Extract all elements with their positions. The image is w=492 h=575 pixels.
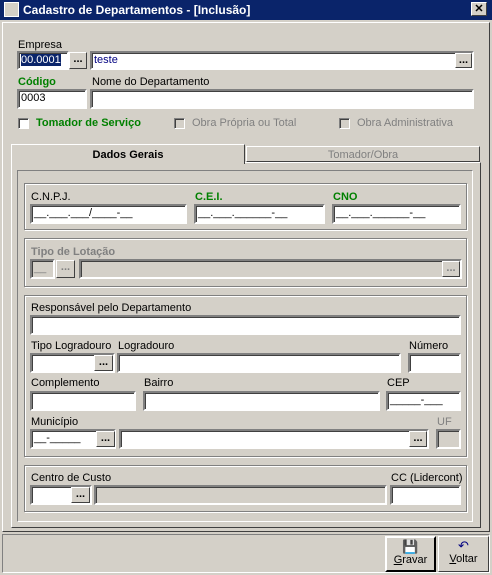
numero-label: Número: [409, 340, 449, 352]
tab-tomador-obra[interactable]: Tomador/Obra: [246, 146, 480, 162]
bairro-field[interactable]: [143, 391, 380, 411]
voltar-label: oltar: [456, 553, 478, 565]
centro-custo-desc-field[interactable]: [94, 485, 387, 505]
title-bar: Cadastro de Departamentos - [Inclusão] ✕: [0, 0, 492, 20]
tomador-label: Tomador de Serviço: [36, 117, 141, 129]
responsavel-label: Responsável pelo Departamento: [31, 302, 192, 314]
municipio-name-field[interactable]: [119, 429, 429, 449]
obra-admin-checkbox[interactable]: [339, 118, 350, 129]
tipo-logradouro-label: Tipo Logradouro: [31, 340, 112, 352]
municipio-name-lookup-button[interactable]: ...: [409, 431, 427, 447]
responsavel-field[interactable]: [30, 315, 461, 335]
complemento-label: Complemento: [31, 377, 100, 389]
voltar-button[interactable]: ↶ Voltar: [438, 536, 489, 572]
cno-label: CNO: [333, 191, 358, 203]
nome-departamento-field[interactable]: [90, 89, 474, 109]
centro-custo-lookup-button[interactable]: ...: [71, 487, 90, 503]
codigo-label: Código: [18, 76, 56, 88]
municipio-label: Município: [31, 416, 79, 428]
close-button[interactable]: ✕: [471, 2, 487, 16]
empresa-label: Empresa: [18, 39, 63, 51]
tipo-logradouro-lookup-button[interactable]: ...: [94, 355, 113, 371]
numero-field[interactable]: [408, 353, 461, 373]
obra-admin-label: Obra Administrativa: [357, 117, 453, 129]
tomador-checkbox[interactable]: [18, 118, 29, 129]
cc-lidercont-field[interactable]: [390, 485, 461, 505]
cep-label: CEP: [387, 377, 410, 389]
uf-label: UF: [437, 416, 452, 428]
logradouro-label: Logradouro: [118, 340, 175, 352]
gravar-button[interactable]: 💾 Gravar: [385, 536, 436, 572]
cei-label: C.E.I.: [195, 191, 223, 203]
cnpj-label: C.N.P.J.: [31, 191, 71, 203]
cc-lidercont-label: CC (Lidercont): [391, 472, 463, 484]
gravar-label: ravar: [402, 554, 428, 566]
bairro-label: Bairro: [144, 377, 174, 389]
municipio-lookup-button[interactable]: ...: [96, 431, 115, 447]
cno-field[interactable]: __.___.______-__: [332, 204, 461, 224]
cep-field[interactable]: _____-___: [386, 391, 461, 411]
empresa-name-field[interactable]: teste: [90, 51, 474, 70]
empresa-lookup-button[interactable]: ...: [69, 52, 87, 69]
tab-tomador-obra-label: Tomador/Obra: [327, 149, 399, 161]
nome-departamento-label: Nome do Departamento: [92, 76, 210, 88]
window-title: Cadastro de Departamentos - [Inclusão]: [23, 3, 251, 17]
lotacao-lookup-button[interactable]: ...: [56, 260, 75, 278]
cnpj-field[interactable]: __.___.___/____-__: [30, 204, 187, 224]
complemento-field[interactable]: [30, 391, 136, 411]
obra-propria-label: Obra Própria ou Total: [192, 117, 297, 129]
centro-custo-label: Centro de Custo: [31, 472, 112, 484]
undo-icon: ↶: [458, 538, 469, 553]
obra-propria-checkbox[interactable]: [174, 118, 185, 129]
lotacao-code-field[interactable]: __: [30, 259, 55, 279]
app-icon: [4, 2, 19, 17]
empresa-code-value: 00.0001: [21, 54, 61, 66]
cei-field[interactable]: __.___.______-__: [194, 204, 325, 224]
tab-dados-gerais[interactable]: Dados Gerais: [11, 144, 245, 164]
empresa-name-lookup-button[interactable]: ...: [455, 53, 472, 68]
uf-field[interactable]: [436, 429, 461, 449]
tab-dados-gerais-label: Dados Gerais: [92, 149, 164, 161]
logradouro-field[interactable]: [117, 353, 401, 373]
lotacao-label: Tipo de Lotação: [31, 246, 116, 258]
lotacao-desc-field[interactable]: [79, 259, 462, 279]
empresa-code-field[interactable]: 00.0001: [17, 51, 69, 70]
save-icon: 💾: [402, 539, 419, 554]
codigo-field[interactable]: 0003: [17, 89, 87, 109]
gravar-label-mnemonic: G: [393, 554, 403, 566]
lotacao-desc-lookup-button[interactable]: ...: [442, 261, 460, 277]
